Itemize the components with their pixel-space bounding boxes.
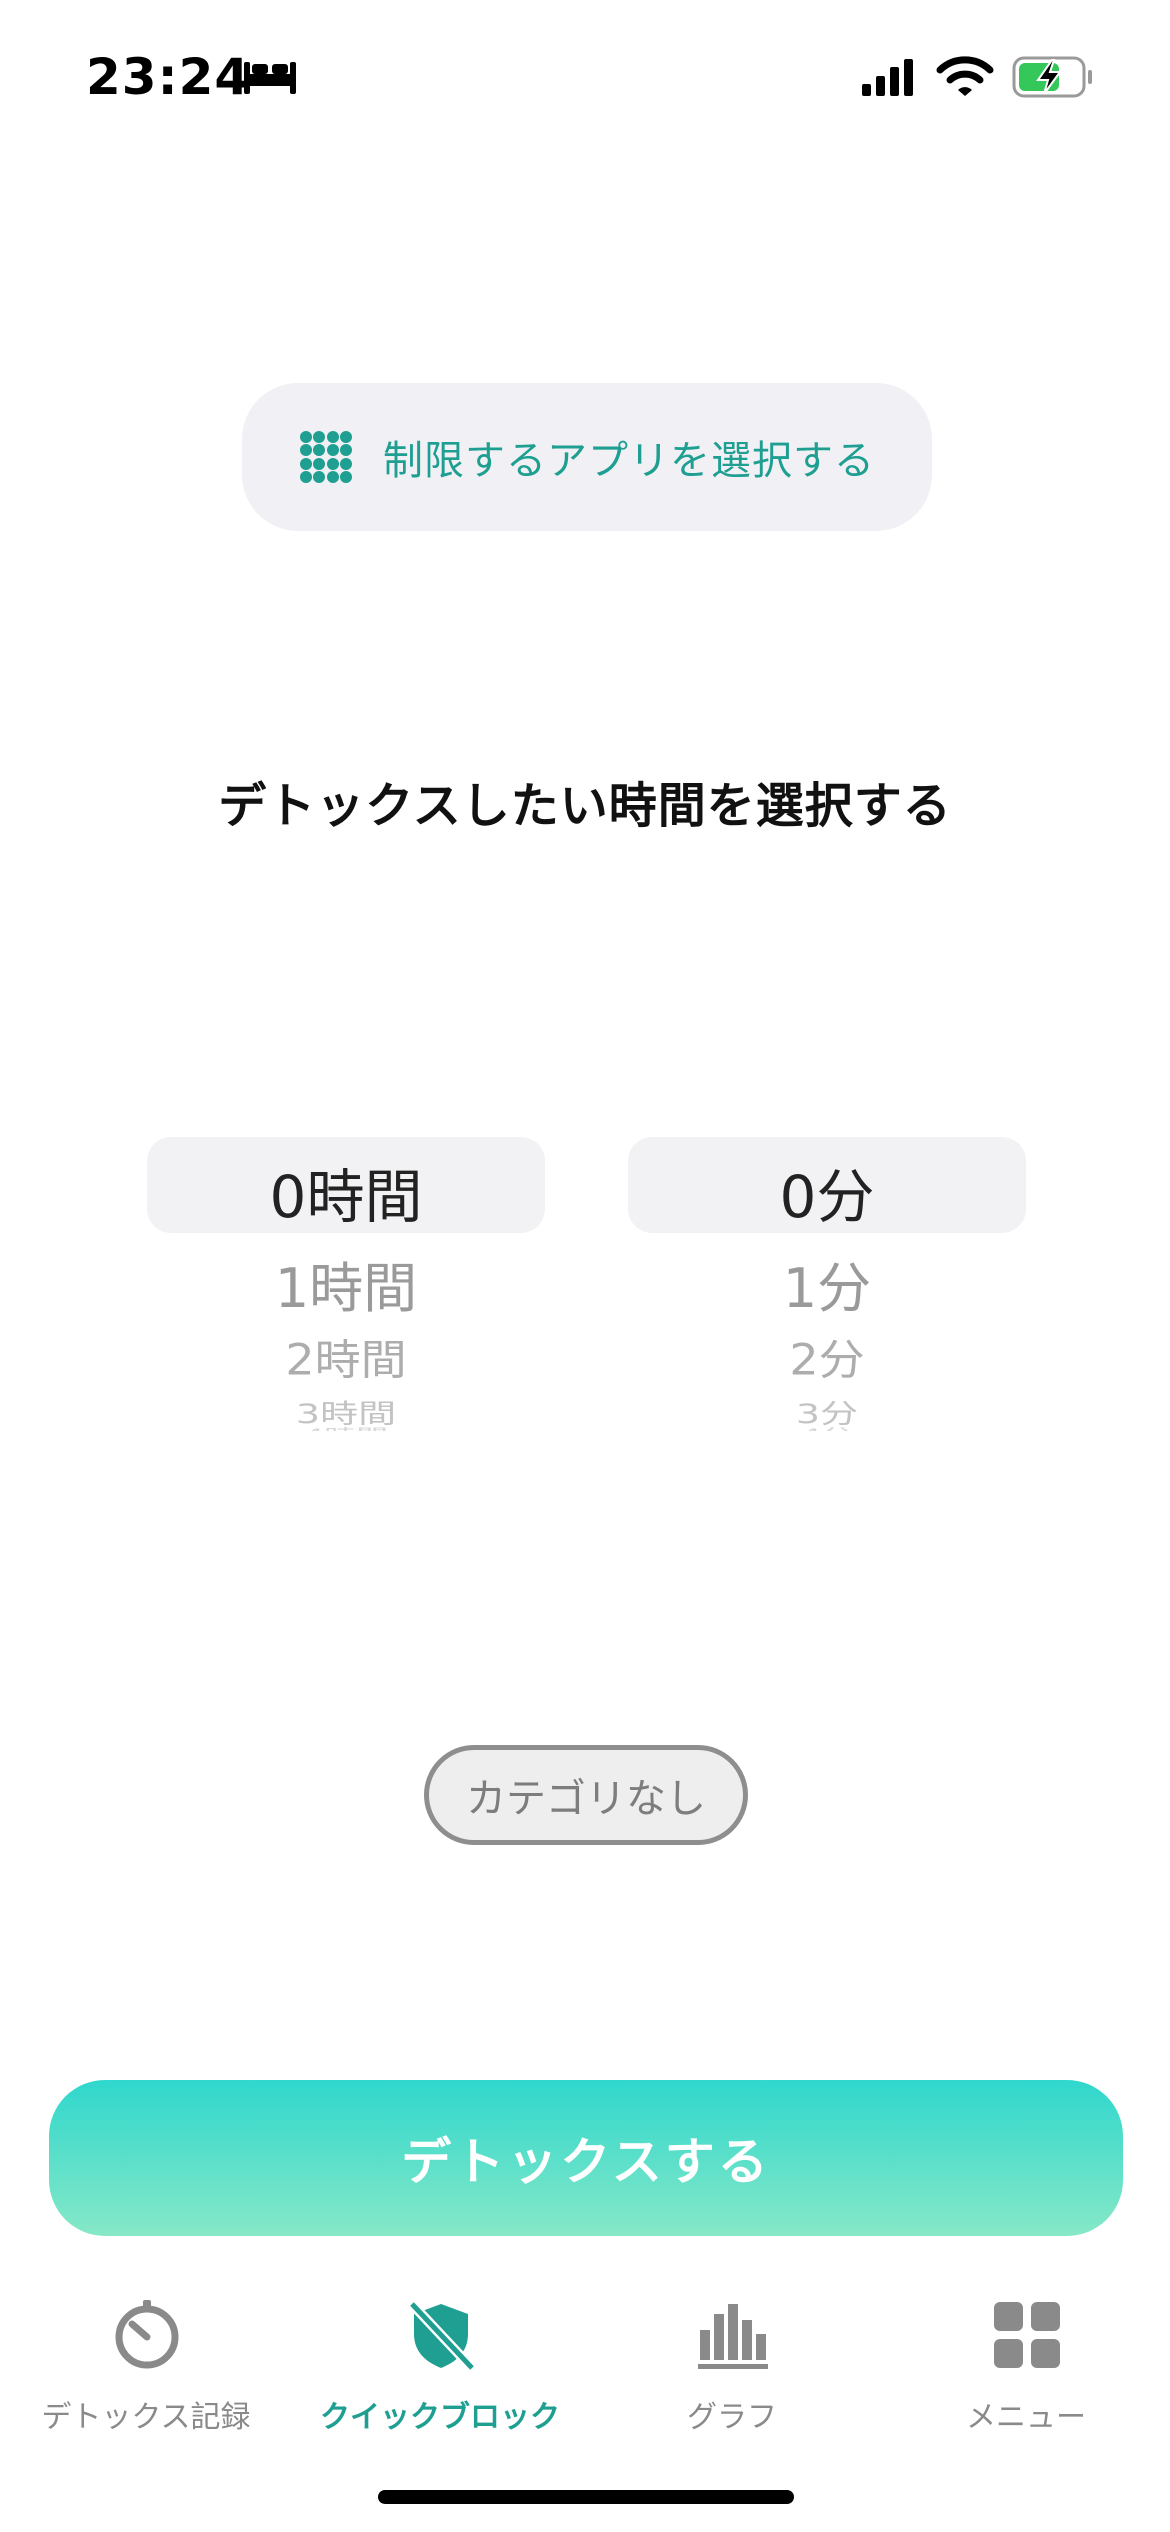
wifi-icon: [936, 56, 994, 96]
grid-menu-icon: [994, 2302, 1060, 2368]
minute-option[interactable]: 4分: [628, 1423, 1026, 1431]
timer-icon: [115, 2300, 179, 2369]
shield-slash-icon: [408, 2300, 476, 2370]
tab-label: デトックス記録: [41, 2400, 251, 2435]
minute-option[interactable]: 2分: [628, 1327, 1026, 1388]
start-detox-button[interactable]: デトックスする: [49, 2080, 1123, 2236]
hour-option[interactable]: 1時間: [147, 1244, 545, 1323]
tab-label: メニュー: [966, 2400, 1086, 2435]
tab-quick-block[interactable]: クイックブロック: [310, 2292, 570, 2452]
tab-label: クイックブロック: [320, 2400, 560, 2435]
start-detox-label: デトックスする: [401, 2133, 771, 2191]
minute-option-selected[interactable]: 0分: [628, 1150, 1026, 1234]
bed-icon: [244, 62, 296, 94]
home-indicator: [378, 2490, 794, 2504]
select-apps-label: 制限するアプリを選択する: [383, 438, 875, 484]
minute-option[interactable]: 1分: [628, 1244, 1026, 1323]
category-chip[interactable]: カテゴリなし: [424, 1745, 748, 1845]
app-grid-icon: [300, 431, 352, 483]
select-apps-button[interactable]: 制限するアプリを選択する: [242, 383, 932, 531]
battery-charging-icon: [1012, 56, 1092, 98]
bar-chart-icon: [698, 2304, 768, 2369]
status-time: 23:24: [86, 48, 251, 106]
cellular-signal-icon: [862, 59, 913, 96]
hour-option[interactable]: 2時間: [147, 1327, 545, 1388]
detox-time-heading: デトックスしたい時間を選択する: [218, 778, 952, 834]
hour-option[interactable]: 4時間: [147, 1423, 545, 1431]
status-bar: 23:24: [0, 0, 1170, 150]
tab-detox-records[interactable]: デトックス記録: [16, 2292, 276, 2452]
hour-picker[interactable]: 0時間 1時間 2時間 3時間 4時間: [147, 1132, 545, 1452]
tab-menu[interactable]: メニュー: [896, 2292, 1156, 2452]
tab-label: グラフ: [687, 2400, 777, 2435]
tab-graph[interactable]: グラフ: [602, 2292, 862, 2452]
hour-option-selected[interactable]: 0時間: [147, 1150, 545, 1234]
minute-picker[interactable]: 0分 1分 2分 3分 4分: [628, 1132, 1026, 1452]
